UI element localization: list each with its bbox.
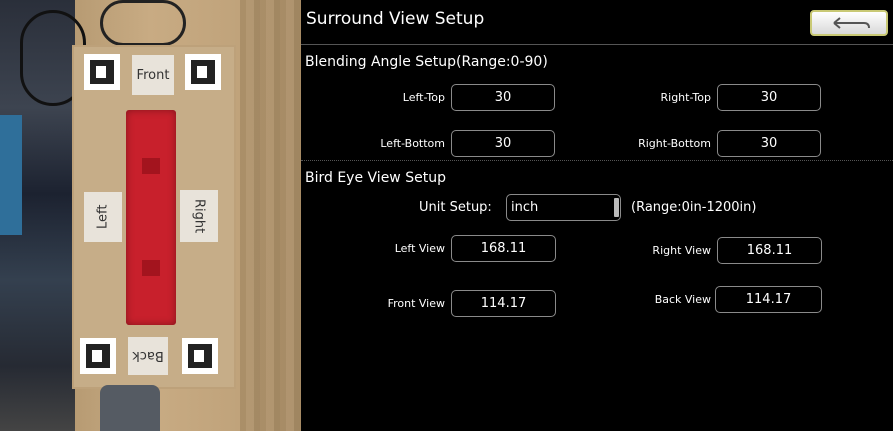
unit-setup-label: Unit Setup: xyxy=(419,200,492,215)
right-top-label: Right-Top xyxy=(660,91,712,104)
car-roof-slot xyxy=(142,158,160,174)
front-label: Front xyxy=(132,55,174,95)
right-view-input[interactable]: 168.11 xyxy=(717,237,822,264)
header-divider xyxy=(301,44,893,45)
back-arrow-icon xyxy=(833,17,870,29)
table-surface xyxy=(240,0,301,431)
model-car xyxy=(126,110,176,325)
calibration-marker-bottom-right xyxy=(182,338,218,374)
left-label: Left xyxy=(84,192,122,242)
dropdown-handle-icon xyxy=(614,198,619,217)
car-roof-slot xyxy=(142,260,160,276)
unit-select-value: inch xyxy=(511,200,539,215)
left-view-label: Left View xyxy=(394,242,445,255)
right-label: Right xyxy=(180,190,218,242)
unit-select[interactable]: inch xyxy=(506,194,621,221)
front-view-input[interactable]: 114.17 xyxy=(451,290,556,317)
blending-section-heading: Blending Angle Setup(Range:0-90) xyxy=(305,54,548,70)
section-divider xyxy=(301,160,893,161)
right-top-input[interactable]: 30 xyxy=(717,84,821,111)
settings-panel: Surround View Setup Blending Angle Setup… xyxy=(301,0,893,431)
unit-range-text: (Range:0in-1200in) xyxy=(631,200,757,215)
calibration-marker-top-right xyxy=(185,54,221,90)
back-label: Back xyxy=(128,337,168,375)
left-bottom-label: Left-Bottom xyxy=(380,137,445,150)
camera-preview: Front Left Right Back xyxy=(0,0,301,431)
right-view-label: Right View xyxy=(652,244,711,257)
cable xyxy=(100,0,186,46)
right-bottom-label: Right-Bottom xyxy=(638,137,711,150)
left-top-label: Left-Top xyxy=(402,91,445,104)
back-button[interactable] xyxy=(810,10,888,36)
front-view-label: Front View xyxy=(387,297,445,310)
background-box xyxy=(0,115,22,235)
calibration-marker-bottom-left xyxy=(80,338,116,374)
left-top-input[interactable]: 30 xyxy=(451,84,555,111)
left-bottom-input[interactable]: 30 xyxy=(451,130,555,157)
left-view-input[interactable]: 168.11 xyxy=(451,235,556,262)
back-view-input[interactable]: 114.17 xyxy=(715,286,822,313)
camera-stand xyxy=(100,385,160,431)
page-title: Surround View Setup xyxy=(306,9,485,29)
bird-eye-section-heading: Bird Eye View Setup xyxy=(305,170,446,186)
calibration-marker-top-left xyxy=(84,54,120,90)
back-view-label: Back View xyxy=(654,293,711,306)
right-bottom-input[interactable]: 30 xyxy=(717,130,821,157)
